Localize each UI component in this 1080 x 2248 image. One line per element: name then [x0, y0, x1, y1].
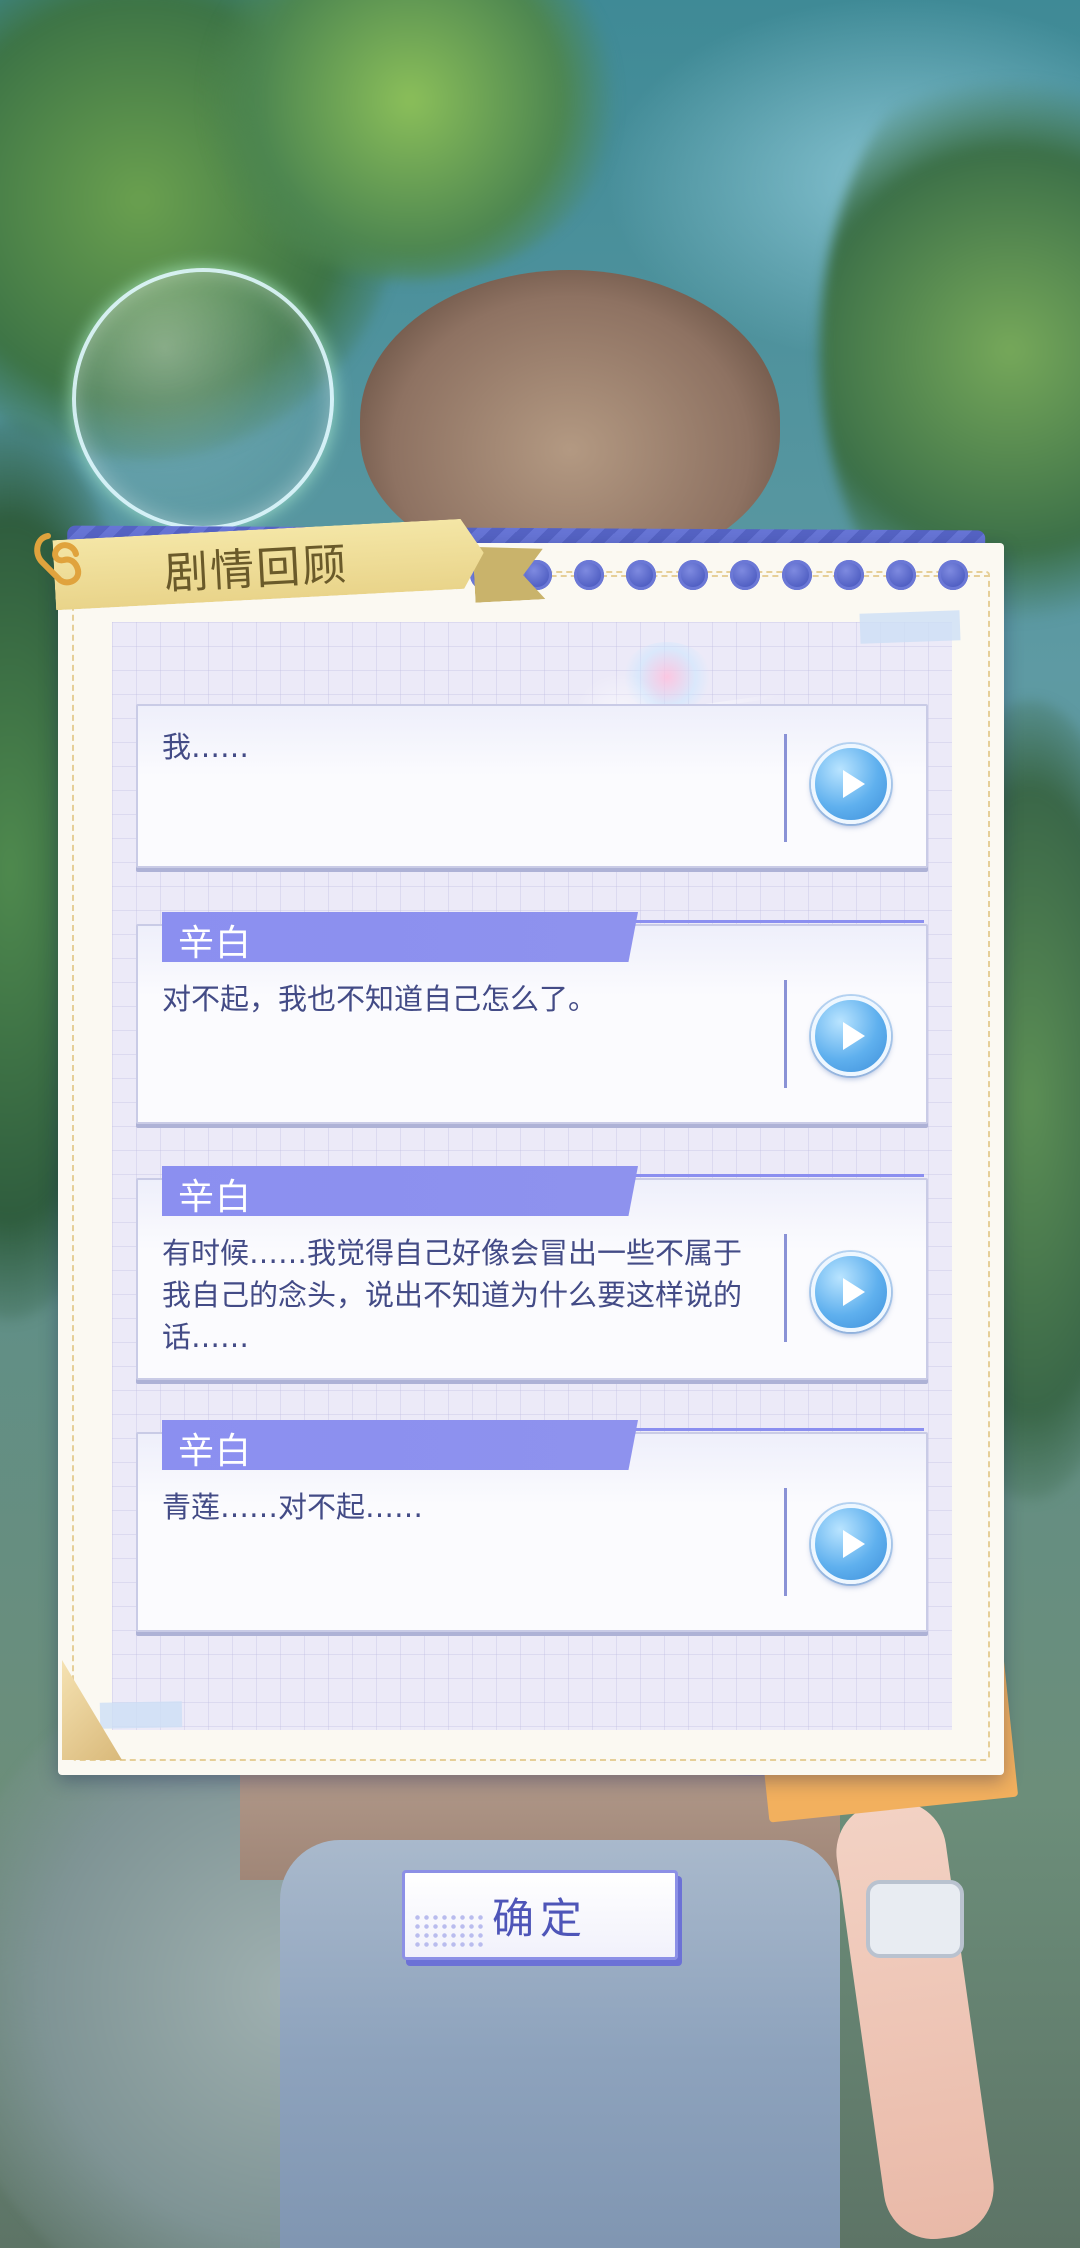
speaker-name: 辛白 — [178, 923, 253, 964]
bubble-decoration — [72, 268, 334, 530]
dialogue-entry: 辛白 有时候……我觉得自己好像会冒出一些不属于我自己的念头，说出不知道为什么要这… — [136, 1166, 928, 1382]
light-flare — [622, 642, 712, 712]
dialogue-entry: 辛白 青莲……对不起…… — [136, 1420, 928, 1634]
dialogue-text: 青莲……对不起…… — [162, 1490, 424, 1524]
dot-pattern-decoration — [413, 1913, 483, 1949]
card-divider — [784, 980, 787, 1088]
speaker-name: 辛白 — [178, 1431, 253, 1472]
dialogue-text: 我…… — [162, 730, 250, 764]
binder-hole — [730, 560, 760, 590]
play-icon — [843, 1278, 865, 1306]
speaker-tab: 辛白 — [162, 912, 638, 962]
binder-holes — [470, 558, 990, 592]
dialogue-entry: 辛白 对不起，我也不知道自己怎么了。 — [136, 912, 928, 1126]
tape-decoration — [859, 610, 961, 644]
play-icon — [843, 1530, 865, 1558]
speaker-name: 辛白 — [178, 1177, 253, 1218]
binder-hole — [938, 560, 968, 590]
play-voice-button[interactable] — [811, 1252, 891, 1332]
play-icon — [843, 770, 865, 798]
binder-hole — [678, 560, 708, 590]
card-divider — [784, 1234, 787, 1342]
confirm-button[interactable]: 确定 — [402, 1870, 678, 1960]
binder-hole — [574, 560, 604, 590]
play-voice-button[interactable] — [811, 996, 891, 1076]
play-voice-button[interactable] — [811, 1504, 891, 1584]
card-divider — [784, 734, 787, 842]
paperclip-icon — [34, 533, 82, 586]
play-icon — [843, 1022, 865, 1050]
tape-decoration — [99, 1701, 183, 1729]
dialogue-text: 对不起，我也不知道自己怎么了。 — [162, 982, 598, 1016]
speaker-tab: 辛白 — [162, 1420, 638, 1470]
play-voice-button[interactable] — [811, 744, 891, 824]
title-ribbon: 剧情回顾 — [54, 521, 494, 603]
binder-hole — [782, 560, 812, 590]
speaker-tab: 辛白 — [162, 1166, 638, 1216]
dialogue-entry: 我…… — [136, 704, 928, 870]
binder-hole — [886, 560, 916, 590]
confirm-label: 确定 — [491, 1893, 588, 1943]
binder-hole — [626, 560, 656, 590]
card-divider — [784, 1488, 787, 1596]
dialogue-text: 有时候……我觉得自己好像会冒出一些不属于我自己的念头，说出不知道为什么要这样说的… — [162, 1236, 743, 1354]
binder-hole — [834, 560, 864, 590]
panel-title: 剧情回顾 — [163, 539, 350, 600]
wristwatch — [866, 1880, 964, 1958]
